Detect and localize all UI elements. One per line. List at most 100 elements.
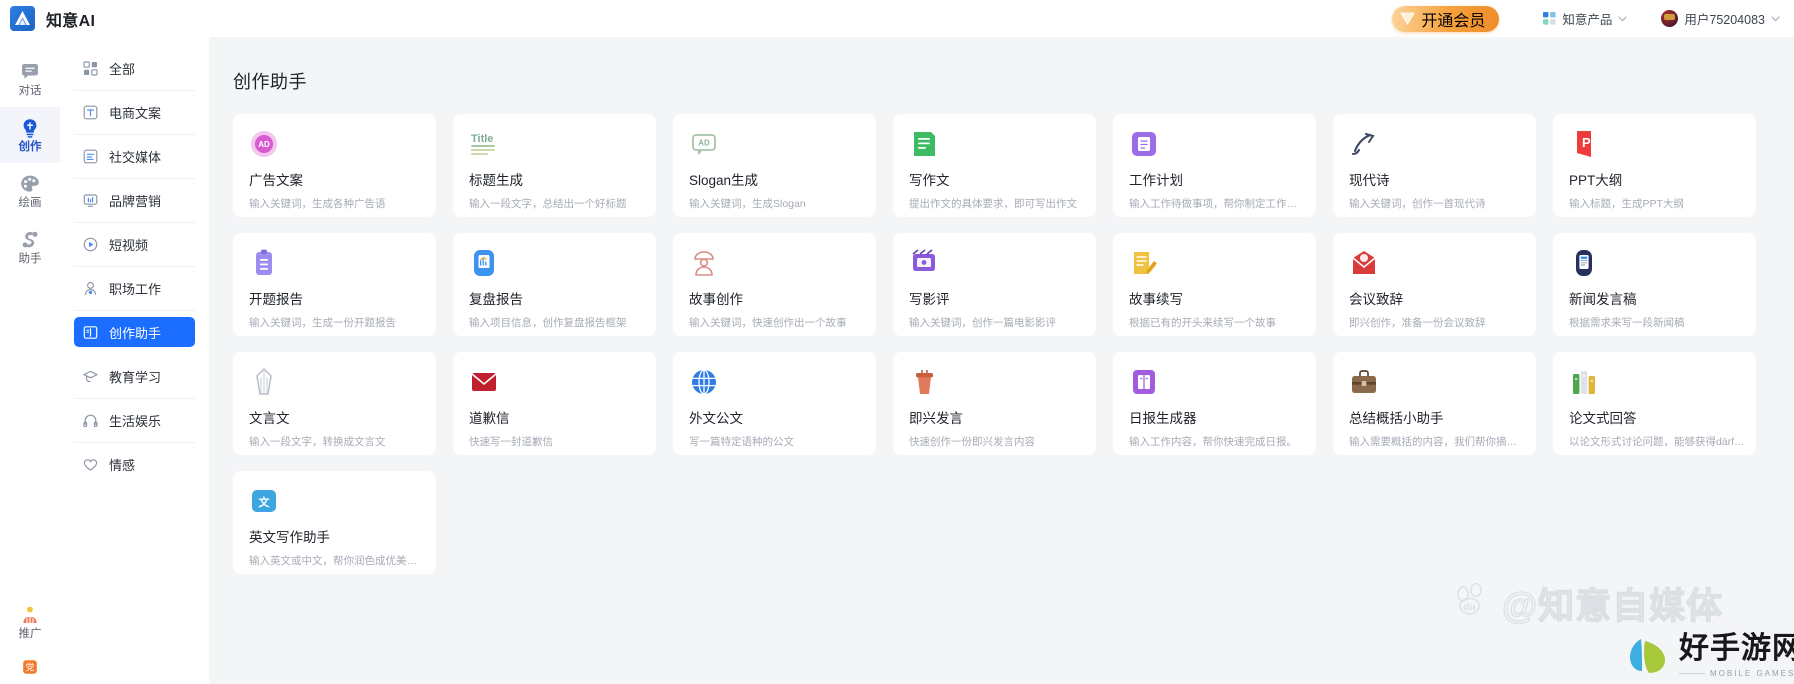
card-title: 道歉信 — [469, 411, 510, 426]
purple-plan-icon — [1132, 132, 1156, 156]
card-title: 外文公文 — [689, 411, 743, 426]
headphone-icon — [83, 414, 98, 427]
gem-icon — [1400, 12, 1416, 25]
card-desc: 快速写一封道歉信 — [469, 436, 553, 448]
divider — [74, 309, 195, 311]
divider — [74, 177, 195, 179]
svg-text:AD: AD — [258, 140, 270, 149]
film-review-icon — [912, 249, 935, 271]
card-desc: 输入关键词，生成各种广告语 — [249, 198, 386, 210]
template-card[interactable]: 文言文 输入一段文字，转换成文言文 — [233, 352, 436, 455]
template-card[interactable]: 写影评 输入关键词，创作一篇电影影评 — [893, 233, 1096, 336]
ad-circle-icon: AD — [251, 131, 277, 157]
template-card[interactable]: 即兴发言 快速创作一份即兴发言内容 — [893, 352, 1096, 455]
rail-item-assistant-label: 助手 — [18, 252, 42, 265]
sidebar-item-emotion-label: 情感 — [109, 457, 136, 473]
divider — [74, 397, 195, 399]
template-card[interactable]: 写作文 提出作文的具体要求，即可写出作文 — [893, 114, 1096, 217]
products-menu[interactable]: 知意产品 — [1543, 9, 1627, 28]
template-card[interactable]: 论文式回答 以论文形式讨论问题，能够获得därf连贯… — [1553, 352, 1756, 455]
template-card[interactable]: 总结概括小助手 输入需要概括的内容，我们帮你摘简… — [1333, 352, 1536, 455]
template-card[interactable]: 复盘报告 输入项目信息，创作复盘报告框架 — [453, 233, 656, 336]
template-card[interactable]: Title 标题生成 输入一段文字，总结出一个好标题 — [453, 114, 656, 217]
brand-name: 知意AI — [46, 12, 96, 30]
site-watermark-tagline: MOBILE GAMES — [1679, 669, 1794, 678]
template-card[interactable]: AD 广告文案 输入关键词，生成各种广告语 — [233, 114, 436, 217]
divider — [74, 89, 195, 91]
user-menu[interactable]: 用户75204083 — [1661, 9, 1780, 28]
sidebar-item-life-entertainment[interactable]: 生活娱乐 — [74, 405, 195, 435]
sidebar-item-emotion[interactable]: 情感 — [74, 449, 195, 479]
card-title: 广告文案 — [249, 173, 303, 188]
template-card[interactable]: 日报生成器 输入工作内容，帮你快速完成日报。 — [1113, 352, 1316, 455]
assistant-swirl-icon — [22, 231, 38, 248]
sidebar-item-brand-marketing[interactable]: 品牌营销 — [74, 185, 195, 215]
pencil-doc-icon — [1134, 252, 1157, 274]
sidebar-item-all-label: 全部 — [109, 61, 136, 77]
card-title: 开题报告 — [249, 292, 303, 307]
chevron-down-icon — [1771, 15, 1780, 21]
baidu-watermark: du @知意自媒体 — [1454, 577, 1723, 629]
svg-text:党: 党 — [25, 662, 34, 673]
primary-nav-rail: 对话 创作 绘画 助手 推广 党 — [0, 37, 60, 684]
card-desc: 输入工作待做事项，帮你制定工作计划 — [1129, 198, 1307, 210]
open-book-icon — [83, 325, 98, 339]
rail-item-chat[interactable]: 对话 — [0, 51, 60, 107]
template-card[interactable]: 故事续写 根据已有的开头来续写一个故事 — [1113, 233, 1316, 336]
category-sidebar: 全部 电商文案 社交媒体 品牌营销 短视频 职场工作 创作助手 教育学习 生活娱… — [60, 37, 209, 684]
leaf-mark-icon — [1630, 639, 1665, 673]
products-menu-label: 知意产品 — [1562, 13, 1613, 27]
template-card[interactable]: 新闻发言稿 根据需求来写一段新闻稿 — [1553, 233, 1756, 336]
sidebar-item-education[interactable]: 教育学习 — [74, 361, 195, 391]
card-desc: 输入需要概括的内容，我们帮你摘简… — [1349, 436, 1527, 448]
template-card[interactable]: 道歉信 快速写一封道歉信 — [453, 352, 656, 455]
chat-bubble-icon — [22, 63, 38, 79]
sidebar-item-all[interactable]: 全部 — [74, 53, 195, 83]
template-card[interactable]: 故事创作 输入关键词，快速创作出一个故事 — [673, 233, 876, 336]
translate-icon: 文 — [252, 490, 276, 512]
card-desc: 输入英文或中文，帮你润色成优美的… — [249, 555, 427, 567]
svg-text:Title: Title — [471, 133, 493, 145]
sidebar-item-life-entertainment-label: 生活娱乐 — [109, 413, 162, 429]
card-title: 日报生成器 — [1129, 411, 1197, 426]
palette-icon — [21, 175, 39, 192]
sidebar-item-workplace[interactable]: 职场工作 — [74, 273, 195, 303]
sidebar-item-social-media-label: 社交媒体 — [109, 149, 162, 165]
card-title: 故事创作 — [689, 292, 743, 307]
party-badge-icon: 党 — [23, 660, 37, 674]
sidebar-item-creation-assistant[interactable]: 创作助手 — [74, 317, 195, 347]
template-card[interactable]: 开题报告 输入关键词，生成一份开题报告 — [233, 233, 436, 336]
card-desc: 输入项目信息，创作复盘报告框架 — [469, 317, 627, 329]
rail-item-promote-label: 推广 — [18, 627, 42, 640]
svg-text:文: 文 — [259, 495, 271, 509]
card-desc: 提出作文的具体要求，即可写出作文 — [909, 198, 1077, 210]
template-card[interactable]: 外文公文 写一篇特定语种的公文 — [673, 352, 876, 455]
monitor-chart-icon — [83, 193, 98, 207]
card-desc: 输入关键词，创作一首现代诗 — [1349, 198, 1486, 210]
template-card[interactable]: 现代诗 输入关键词，创作一首现代诗 — [1333, 114, 1536, 217]
template-card[interactable]: 文 英文写作助手 输入英文或中文，帮你润色成优美的… — [233, 471, 436, 574]
template-card[interactable]: AD Slogan生成 输入关键词，生成Slogan — [673, 114, 876, 217]
rail-item-assistant[interactable]: 助手 — [0, 219, 60, 275]
brand-block[interactable]: 知意AI — [0, 6, 95, 31]
card-title: 复盘报告 — [469, 292, 523, 307]
template-card[interactable]: 会议致辞 即兴创作，准备一份会议致辞 — [1333, 233, 1536, 336]
sidebar-item-social-media[interactable]: 社交媒体 — [74, 141, 195, 171]
card-title: 写影评 — [909, 292, 950, 307]
card-title: 故事续写 — [1129, 292, 1183, 307]
scholar-robe-icon — [256, 367, 272, 395]
sidebar-item-short-video[interactable]: 短视频 — [74, 229, 195, 259]
rail-item-promote[interactable]: 推广 — [0, 594, 60, 650]
rail-item-create[interactable]: 创作 — [0, 107, 60, 163]
sidebar-item-ecommerce-copy[interactable]: 电商文案 — [74, 97, 195, 127]
template-card[interactable]: 工作计划 输入工作待做事项，帮你制定工作计划 — [1113, 114, 1316, 217]
upgrade-membership-button[interactable]: 开通会员 — [1392, 5, 1500, 32]
grid-mini-icon — [1543, 12, 1556, 25]
divider — [74, 441, 195, 443]
rail-item-paint[interactable]: 绘画 — [0, 163, 60, 219]
card-desc: 输入关键词，快速创作出一个故事 — [689, 317, 847, 329]
books-icon — [1573, 371, 1595, 394]
rail-item-party-badge[interactable]: 党 — [0, 650, 60, 684]
grid-all-icon — [83, 60, 98, 76]
template-card[interactable]: P PPT大纲 输入标题，生成PPT大纲 — [1553, 114, 1756, 217]
